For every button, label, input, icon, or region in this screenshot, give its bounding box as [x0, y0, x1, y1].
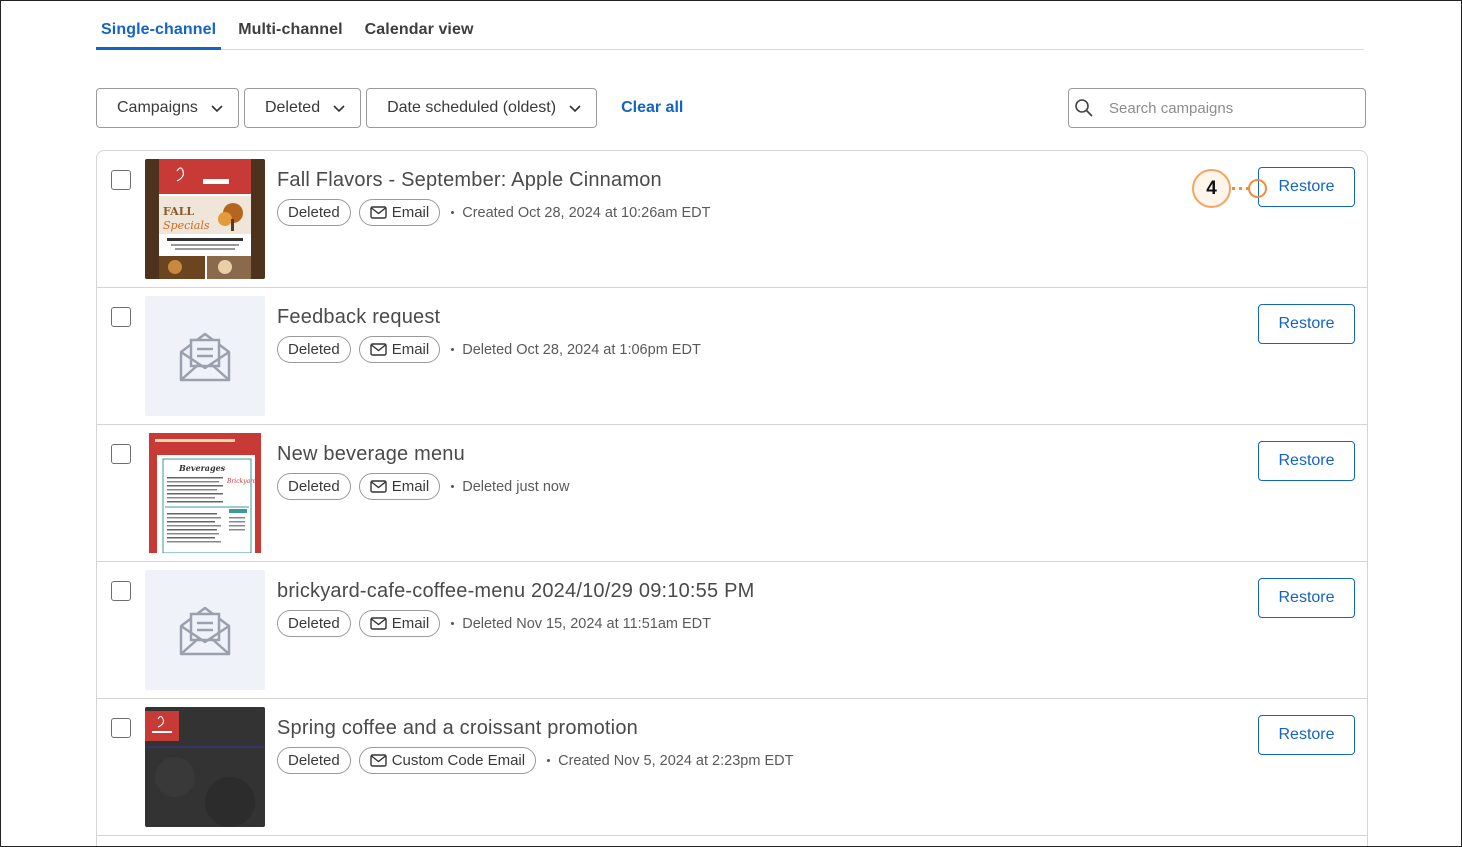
type-badge: Email — [358, 610, 441, 637]
callout-target-ring — [1248, 179, 1267, 198]
mail-icon — [370, 754, 387, 767]
mail-icon — [370, 617, 387, 630]
campaign-row: Feedback request Deleted Email Deleted O… — [97, 288, 1367, 425]
campaign-meta: Deleted Email Deleted just now — [277, 473, 569, 500]
svg-text:FALL: FALL — [163, 205, 194, 218]
separator-dot — [451, 211, 455, 214]
type-badge: Email — [358, 199, 441, 226]
status-badge-label: Deleted — [288, 478, 340, 495]
fall-specials-thumbnail: FALL Specials — [145, 159, 265, 279]
type-badge-label: Email — [391, 615, 430, 632]
mail-icon — [370, 480, 387, 493]
separator-dot — [547, 759, 551, 762]
row-checkbox[interactable] — [111, 581, 131, 601]
status-badge: Deleted — [277, 747, 351, 774]
campaign-meta: Deleted Email Deleted Nov 15, 2024 at 11… — [277, 610, 711, 637]
type-badge-label: Email — [391, 204, 430, 221]
mail-icon — [370, 206, 387, 219]
restore-button[interactable]: Restore — [1258, 578, 1355, 618]
type-badge: Custom Code Email — [358, 747, 537, 774]
campaign-meta: Deleted Email Deleted Oct 28, 2024 at 1:… — [277, 336, 701, 363]
campaign-title[interactable]: Spring coffee and a croissant promotion — [277, 717, 638, 740]
campaign-meta: Deleted Custom Code Email Created Nov 5,… — [277, 747, 793, 774]
step-callout-badge: 4 — [1192, 169, 1231, 208]
clear-all-link[interactable]: Clear all — [621, 99, 683, 117]
search-box — [1068, 88, 1366, 128]
campaign-date: Deleted Nov 15, 2024 at 11:51am EDT — [462, 615, 712, 632]
envelope-placeholder-icon — [179, 606, 231, 656]
svg-text:Specials: Specials — [163, 219, 210, 232]
separator-dot — [451, 485, 455, 488]
campaign-date: Created Nov 5, 2024 at 2:23pm EDT — [558, 752, 794, 769]
status-filter-label: Deleted — [264, 99, 321, 116]
type-badge: Email — [358, 473, 441, 500]
callout-connector — [1232, 187, 1249, 190]
campaign-date: Deleted Oct 28, 2024 at 1:06pm EDT — [462, 341, 701, 358]
campaign-row: FALL Specials Fall Flavors - September: … — [97, 151, 1367, 288]
svg-text:Brickyard: Brickyard — [226, 478, 257, 485]
campaign-row: brickyard-cafe-coffee-menu 2024/10/29 09… — [97, 562, 1367, 699]
campaign-title[interactable]: New beverage menu — [277, 443, 465, 466]
campaigns-filter-label: Campaigns — [117, 99, 198, 116]
beverage-menu-thumbnail: Beverages Brickyard — [145, 433, 265, 553]
status-badge-label: Deleted — [288, 615, 340, 632]
campaign-row: Beverages Brickyard New beverage menu De… — [97, 425, 1367, 562]
app-window: Single-channel Multi-channel Calendar vi… — [0, 0, 1462, 847]
campaign-date: Deleted just now — [462, 478, 570, 495]
type-badge-label: Email — [391, 341, 430, 358]
envelope-placeholder-icon — [179, 332, 231, 382]
type-badge-label: Email — [391, 478, 430, 495]
view-tabs: Single-channel Multi-channel Calendar vi… — [96, 19, 1364, 50]
mail-icon — [370, 343, 387, 356]
sort-dropdown[interactable]: Date scheduled (oldest) — [366, 88, 598, 128]
restore-button[interactable]: Restore — [1258, 304, 1355, 344]
search-icon — [1075, 99, 1093, 117]
tab-multi-channel[interactable]: Multi-channel — [233, 19, 347, 49]
type-badge: Email — [358, 336, 441, 363]
status-badge: Deleted — [277, 610, 351, 637]
status-badge: Deleted — [277, 473, 351, 500]
chevron-down-icon — [211, 105, 223, 113]
envelope-placeholder-thumbnail — [145, 296, 265, 416]
sort-label: Date scheduled (oldest) — [387, 99, 557, 116]
restore-button[interactable]: Restore — [1258, 441, 1355, 481]
status-badge-label: Deleted — [288, 752, 340, 769]
campaign-meta: Deleted Email Created Oct 28, 2024 at 10… — [277, 199, 710, 226]
row-checkbox[interactable] — [111, 307, 131, 327]
tab-calendar-view[interactable]: Calendar view — [360, 19, 479, 49]
chalkboard-thumbnail — [145, 707, 265, 827]
restore-button[interactable]: Restore — [1258, 167, 1355, 207]
status-badge: Deleted — [277, 336, 351, 363]
type-badge-label: Custom Code Email — [391, 752, 526, 769]
row-checkbox[interactable] — [111, 718, 131, 738]
campaign-row: Spring coffee and a croissant promotion … — [97, 699, 1367, 836]
envelope-placeholder-thumbnail — [145, 570, 265, 690]
campaign-title[interactable]: brickyard-cafe-coffee-menu 2024/10/29 09… — [277, 580, 755, 603]
tab-single-channel[interactable]: Single-channel — [96, 19, 222, 50]
status-filter-dropdown[interactable]: Deleted — [243, 88, 362, 128]
separator-dot — [451, 622, 455, 625]
svg-text:Beverages: Beverages — [178, 463, 226, 473]
search-input[interactable] — [1109, 99, 1349, 117]
campaign-date: Created Oct 28, 2024 at 10:26am EDT — [462, 204, 711, 221]
chevron-down-icon — [569, 105, 581, 113]
filter-bar: Campaigns Deleted Date scheduled (oldest… — [96, 88, 683, 128]
separator-dot — [451, 348, 455, 351]
campaign-title[interactable]: Fall Flavors - September: Apple Cinnamon — [277, 169, 662, 192]
status-badge-label: Deleted — [288, 204, 340, 221]
campaigns-filter-dropdown[interactable]: Campaigns — [96, 88, 239, 128]
campaign-list: FALL Specials Fall Flavors - September: … — [96, 150, 1368, 846]
chevron-down-icon — [333, 105, 345, 113]
status-badge: Deleted — [277, 199, 351, 226]
campaign-title[interactable]: Feedback request — [277, 306, 440, 329]
row-checkbox[interactable] — [111, 444, 131, 464]
restore-button[interactable]: Restore — [1258, 715, 1355, 755]
status-badge-label: Deleted — [288, 341, 340, 358]
row-checkbox[interactable] — [111, 170, 131, 190]
